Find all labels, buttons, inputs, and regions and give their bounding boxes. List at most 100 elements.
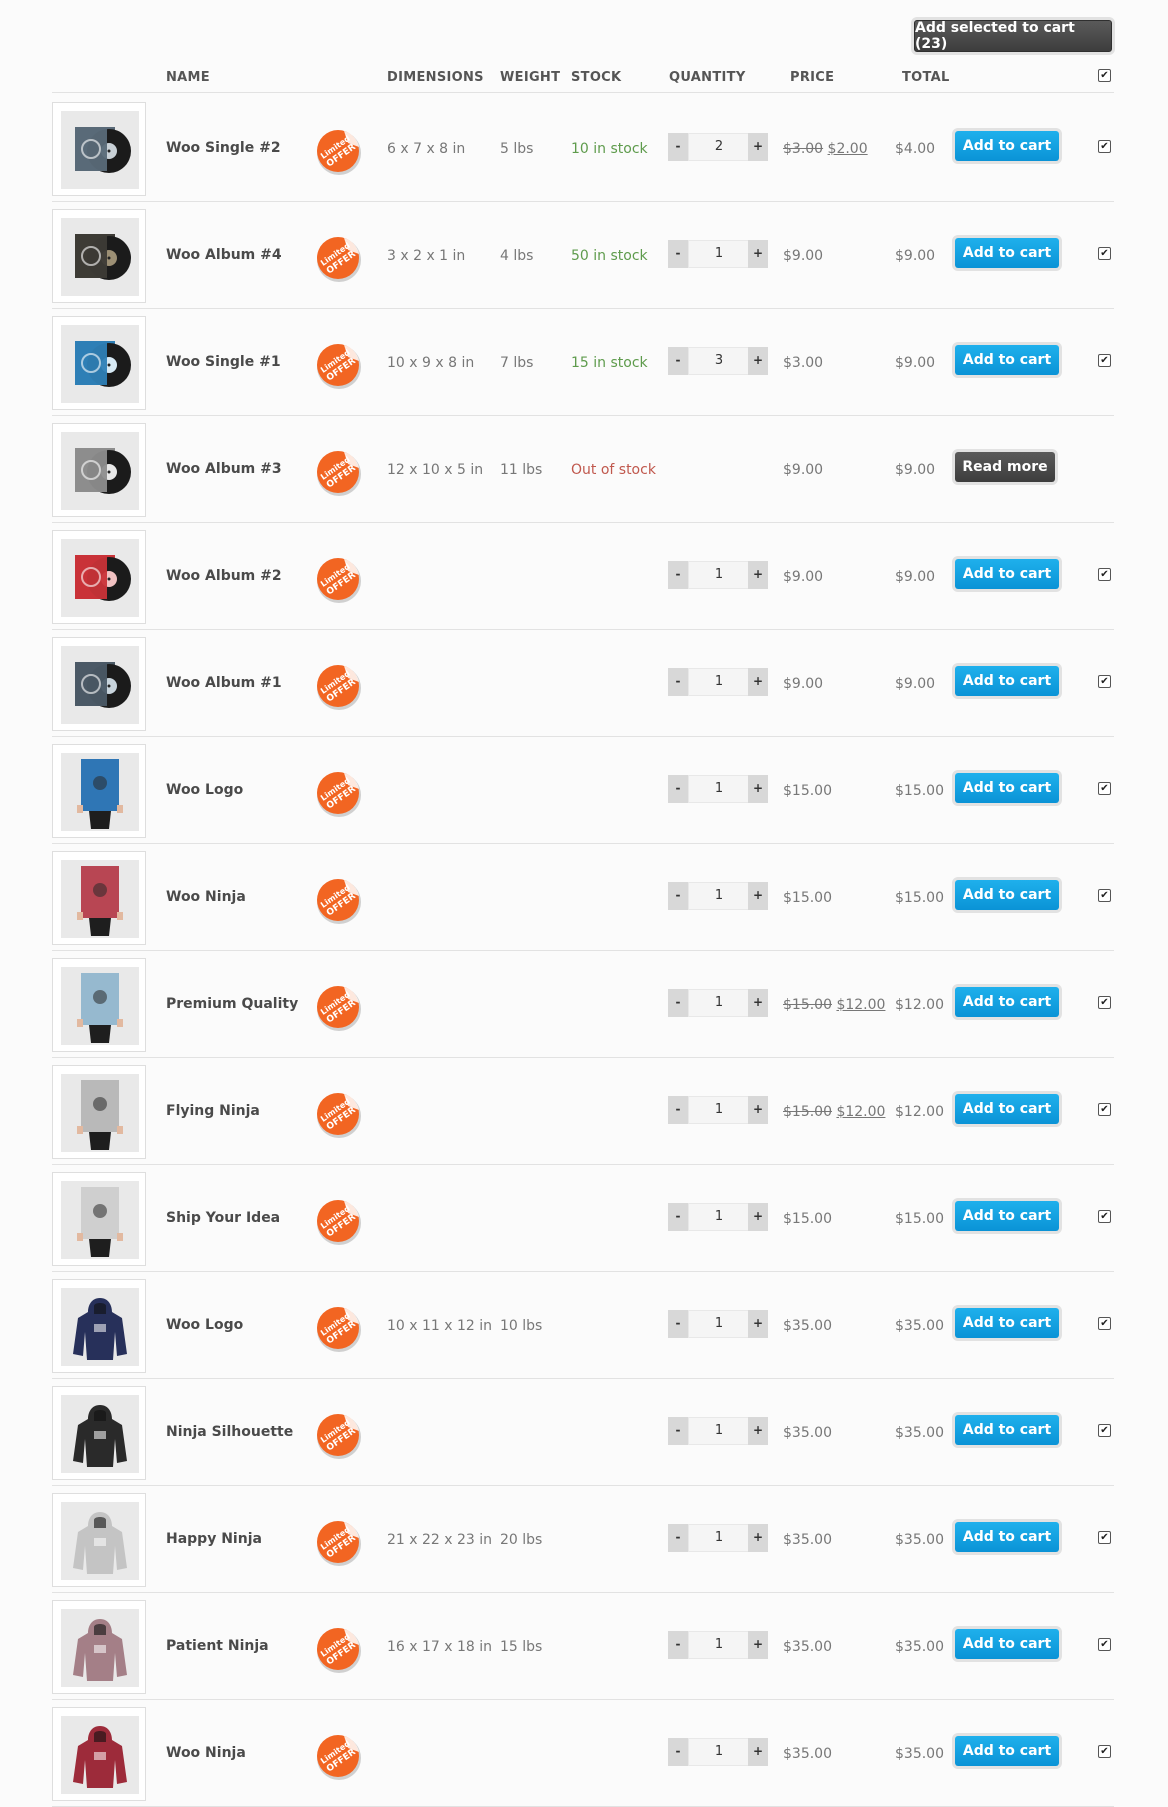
product-name-link[interactable]: Woo Single #1 [166, 354, 281, 370]
quantity-increase-button[interactable]: + [748, 775, 768, 803]
quantity-decrease-button[interactable]: - [668, 1310, 688, 1338]
quantity-decrease-button[interactable]: - [668, 561, 688, 589]
add-to-cart-button[interactable]: Add to cart [955, 1629, 1059, 1659]
quantity-increase-button[interactable]: + [748, 882, 768, 910]
product-name-link[interactable]: Ninja Silhouette [166, 1424, 293, 1440]
product-thumbnail[interactable] [52, 102, 146, 196]
quantity-decrease-button[interactable]: - [668, 989, 688, 1017]
product-thumbnail[interactable] [52, 1279, 146, 1373]
product-name-link[interactable]: Happy Ninja [166, 1531, 262, 1547]
quantity-decrease-button[interactable]: - [668, 1631, 688, 1659]
quantity-increase-button[interactable]: + [748, 133, 768, 161]
product-thumbnail[interactable] [52, 209, 146, 303]
product-thumbnail[interactable] [52, 316, 146, 410]
add-to-cart-button[interactable]: Add to cart [955, 880, 1059, 910]
quantity-increase-button[interactable]: + [748, 1631, 768, 1659]
quantity-input[interactable]: 1 [688, 668, 750, 696]
quantity-input[interactable]: 1 [688, 1203, 750, 1231]
quantity-increase-button[interactable]: + [748, 347, 768, 375]
quantity-decrease-button[interactable]: - [668, 347, 688, 375]
select-row-checkbox[interactable]: ✔ [1098, 782, 1111, 795]
quantity-input[interactable]: 1 [688, 1524, 750, 1552]
select-row-checkbox[interactable]: ✔ [1098, 889, 1111, 902]
add-to-cart-button[interactable]: Add to cart [955, 1094, 1059, 1124]
select-row-checkbox[interactable]: ✔ [1098, 675, 1111, 688]
add-to-cart-button[interactable]: Add to cart [955, 1415, 1059, 1445]
quantity-input[interactable]: 1 [688, 561, 750, 589]
quantity-increase-button[interactable]: + [748, 1417, 768, 1445]
quantity-increase-button[interactable]: + [748, 561, 768, 589]
add-to-cart-button[interactable]: Add to cart [955, 559, 1059, 589]
quantity-input[interactable]: 1 [688, 1310, 750, 1338]
add-to-cart-button[interactable]: Add to cart [955, 666, 1059, 696]
quantity-input[interactable]: 1 [688, 1096, 750, 1124]
select-row-checkbox[interactable]: ✔ [1098, 247, 1111, 260]
select-row-checkbox[interactable]: ✔ [1098, 996, 1111, 1009]
select-row-checkbox[interactable]: ✔ [1098, 1638, 1111, 1651]
product-thumbnail[interactable] [52, 1493, 146, 1587]
product-name-link[interactable]: Flying Ninja [166, 1103, 260, 1119]
product-thumbnail[interactable] [52, 637, 146, 731]
add-to-cart-button[interactable]: Add to cart [955, 345, 1059, 375]
quantity-decrease-button[interactable]: - [668, 775, 688, 803]
select-row-checkbox[interactable]: ✔ [1098, 1317, 1111, 1330]
select-all-checkbox[interactable]: ✔ [1098, 69, 1111, 82]
add-selected-to-cart-button[interactable]: Add selected to cart (23) [914, 20, 1112, 52]
read-more-button[interactable]: Read more [955, 452, 1055, 482]
add-to-cart-button[interactable]: Add to cart [955, 1308, 1059, 1338]
product-name-link[interactable]: Woo Album #4 [166, 247, 282, 263]
quantity-input[interactable]: 1 [688, 882, 750, 910]
product-name-link[interactable]: Woo Album #3 [166, 461, 282, 477]
select-row-checkbox[interactable]: ✔ [1098, 1745, 1111, 1758]
add-to-cart-button[interactable]: Add to cart [955, 238, 1059, 268]
product-name-link[interactable]: Woo Album #1 [166, 675, 282, 691]
quantity-decrease-button[interactable]: - [668, 1096, 688, 1124]
quantity-increase-button[interactable]: + [748, 1524, 768, 1552]
product-name-link[interactable]: Premium Quality [166, 996, 298, 1012]
quantity-decrease-button[interactable]: - [668, 1738, 688, 1766]
product-name-link[interactable]: Woo Logo [166, 1317, 243, 1333]
product-thumbnail[interactable] [52, 1600, 146, 1694]
quantity-decrease-button[interactable]: - [668, 1417, 688, 1445]
quantity-input[interactable]: 3 [688, 347, 750, 375]
select-row-checkbox[interactable]: ✔ [1098, 568, 1111, 581]
product-thumbnail[interactable] [52, 1065, 146, 1159]
select-row-checkbox[interactable]: ✔ [1098, 1210, 1111, 1223]
add-to-cart-button[interactable]: Add to cart [955, 1522, 1059, 1552]
quantity-decrease-button[interactable]: - [668, 133, 688, 161]
quantity-increase-button[interactable]: + [748, 240, 768, 268]
product-thumbnail[interactable] [52, 851, 146, 945]
quantity-increase-button[interactable]: + [748, 1310, 768, 1338]
select-row-checkbox[interactable]: ✔ [1098, 354, 1111, 367]
add-to-cart-button[interactable]: Add to cart [955, 131, 1059, 161]
quantity-input[interactable]: 1 [688, 775, 750, 803]
quantity-input[interactable]: 1 [688, 989, 750, 1017]
quantity-input[interactable]: 1 [688, 1417, 750, 1445]
add-to-cart-button[interactable]: Add to cart [955, 1201, 1059, 1231]
product-name-link[interactable]: Woo Ninja [166, 1745, 246, 1761]
quantity-decrease-button[interactable]: - [668, 1524, 688, 1552]
select-row-checkbox[interactable]: ✔ [1098, 1531, 1111, 1544]
select-row-checkbox[interactable]: ✔ [1098, 1103, 1111, 1116]
select-row-checkbox[interactable]: ✔ [1098, 1424, 1111, 1437]
quantity-input[interactable]: 1 [688, 1738, 750, 1766]
product-name-link[interactable]: Patient Ninja [166, 1638, 269, 1654]
quantity-increase-button[interactable]: + [748, 668, 768, 696]
quantity-increase-button[interactable]: + [748, 1203, 768, 1231]
quantity-increase-button[interactable]: + [748, 989, 768, 1017]
quantity-input[interactable]: 1 [688, 240, 750, 268]
quantity-decrease-button[interactable]: - [668, 882, 688, 910]
product-thumbnail[interactable] [52, 530, 146, 624]
select-row-checkbox[interactable]: ✔ [1098, 140, 1111, 153]
add-to-cart-button[interactable]: Add to cart [955, 987, 1059, 1017]
quantity-increase-button[interactable]: + [748, 1096, 768, 1124]
product-thumbnail[interactable] [52, 958, 146, 1052]
product-name-link[interactable]: Woo Single #2 [166, 140, 281, 156]
product-thumbnail[interactable] [52, 1707, 146, 1801]
quantity-increase-button[interactable]: + [748, 1738, 768, 1766]
product-name-link[interactable]: Ship Your Idea [166, 1210, 280, 1226]
quantity-decrease-button[interactable]: - [668, 1203, 688, 1231]
product-thumbnail[interactable] [52, 1172, 146, 1266]
product-thumbnail[interactable] [52, 423, 146, 517]
product-thumbnail[interactable] [52, 744, 146, 838]
